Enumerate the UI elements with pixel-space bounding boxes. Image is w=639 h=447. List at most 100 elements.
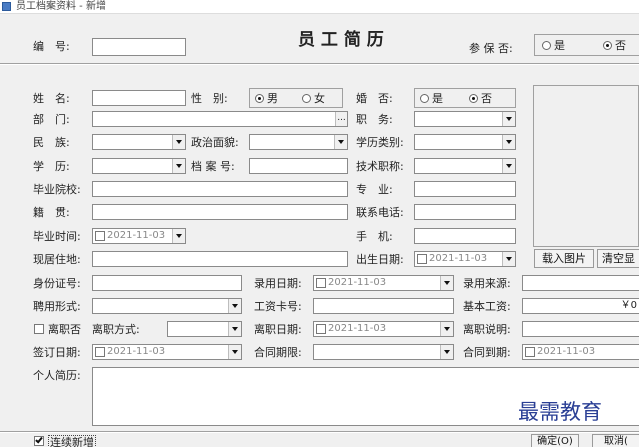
insured-yes-radio[interactable]: [542, 41, 551, 50]
chevron-down-icon: [440, 322, 453, 336]
edu-type-select[interactable]: [414, 134, 516, 150]
chevron-down-icon: [228, 345, 241, 359]
major-input[interactable]: [414, 181, 516, 197]
school-label: 毕业院校:: [33, 183, 81, 196]
mobile-input[interactable]: [414, 228, 516, 244]
marital-yes-label: 是: [432, 92, 443, 105]
resign-date-picker[interactable]: 2021-11-03: [313, 321, 454, 337]
marital-label: 婚 否:: [356, 92, 393, 105]
marital-radio-group: 是 否: [414, 88, 516, 108]
political-label: 政治面貌:: [191, 136, 239, 149]
marital-no-radio[interactable]: [469, 94, 478, 103]
employee-id-input[interactable]: [92, 38, 186, 56]
insured-yes-label: 是: [554, 39, 565, 52]
base-salary-input[interactable]: ￥0: [522, 298, 639, 314]
employ-form-label: 聘用形式:: [33, 300, 81, 313]
contract-end-value: 2021-11-03: [537, 346, 596, 357]
hire-date-picker[interactable]: 2021-11-03: [313, 275, 454, 291]
confirm-button[interactable]: 确定(O): [531, 434, 579, 447]
id-card-label: 身份证号:: [33, 277, 81, 290]
chevron-down-icon: [502, 135, 515, 149]
cancel-button[interactable]: 取消(: [592, 434, 639, 447]
base-salary-value: ￥0: [620, 300, 637, 311]
chevron-down-icon: [172, 159, 185, 173]
education-select[interactable]: [92, 158, 186, 174]
insured-no-label: 否: [615, 39, 626, 52]
base-salary-label: 基本工资:: [463, 300, 511, 313]
insured-radio-group: 是 否: [534, 34, 639, 56]
continue-add-label: 连续新增: [48, 435, 96, 447]
header-separator: [0, 63, 639, 65]
chevron-down-icon: [172, 229, 185, 243]
contract-end-picker[interactable]: 2021-11-03: [522, 344, 639, 360]
gender-label: 性 别:: [191, 92, 228, 105]
name-input[interactable]: [92, 90, 186, 106]
gender-female-label: 女: [314, 92, 325, 105]
birth-date-label: 出生日期:: [356, 253, 404, 266]
mobile-label: 手 机:: [356, 230, 393, 243]
native-label: 籍 贯:: [33, 206, 70, 219]
archive-no-label: 档 案 号:: [191, 160, 235, 173]
birth-date-picker[interactable]: 2021-11-03: [414, 251, 516, 267]
chevron-down-icon: [228, 299, 241, 313]
resign-note-label: 离职说明:: [463, 323, 511, 336]
resigned-label: 离职否: [48, 323, 81, 336]
app-icon: [2, 2, 11, 11]
hire-source-select[interactable]: [522, 275, 639, 291]
ethnicity-select[interactable]: [92, 134, 186, 150]
department-input[interactable]: ...: [92, 111, 348, 127]
department-label: 部 门:: [33, 113, 70, 126]
clear-image-button[interactable]: 清空显: [597, 249, 639, 268]
phone-input[interactable]: [414, 204, 516, 220]
resign-note-input[interactable]: [522, 321, 639, 337]
resume-label: 个人简历:: [33, 369, 81, 382]
resigned-checkbox[interactable]: [34, 324, 44, 334]
education-label: 学 历:: [33, 160, 70, 173]
chevron-down-icon: [172, 135, 185, 149]
employee-id-label: 编 号:: [33, 40, 70, 53]
insured-label: 参 保 否:: [469, 42, 513, 55]
sign-date-label: 签订日期:: [33, 346, 81, 359]
native-input[interactable]: [92, 204, 348, 220]
id-card-input[interactable]: [92, 275, 242, 291]
grad-time-checkbox[interactable]: [95, 231, 105, 241]
insured-no-radio[interactable]: [603, 41, 612, 50]
resign-date-checkbox[interactable]: [316, 324, 326, 334]
political-select[interactable]: [249, 134, 348, 150]
resign-mode-select[interactable]: [167, 321, 242, 337]
archive-no-input[interactable]: [249, 158, 348, 174]
chevron-down-icon: [228, 322, 241, 336]
chevron-down-icon: [502, 112, 515, 126]
address-input[interactable]: [92, 251, 348, 267]
birth-date-value: 2021-11-03: [429, 253, 488, 264]
salary-card-label: 工资卡号:: [254, 300, 302, 313]
window-title: 员工档案资料 - 新增: [16, 1, 106, 12]
chevron-down-icon: [440, 276, 453, 290]
position-label: 职 务:: [356, 113, 393, 126]
marital-yes-radio[interactable]: [420, 94, 429, 103]
form-title: 员 工 简 历: [298, 30, 384, 50]
school-input[interactable]: [92, 181, 348, 197]
chevron-down-icon: [502, 252, 515, 266]
position-select[interactable]: [414, 111, 516, 127]
phone-label: 联系电话:: [356, 206, 404, 219]
hire-date-checkbox[interactable]: [316, 278, 326, 288]
name-label: 姓 名:: [33, 92, 70, 105]
sign-date-checkbox[interactable]: [95, 347, 105, 357]
ethnicity-label: 民 族:: [33, 136, 70, 149]
contract-term-select[interactable]: [313, 344, 454, 360]
contract-end-checkbox[interactable]: [525, 347, 535, 357]
tech-title-select[interactable]: [414, 158, 516, 174]
grad-time-picker[interactable]: 2021-11-03: [92, 228, 186, 244]
resign-mode-label: 离职方式:: [92, 323, 140, 336]
employ-form-select[interactable]: [92, 298, 242, 314]
gender-male-radio[interactable]: [255, 94, 264, 103]
load-image-button[interactable]: 载入图片: [534, 249, 594, 268]
department-browse-button[interactable]: ...: [335, 112, 347, 126]
gender-female-radio[interactable]: [302, 94, 311, 103]
salary-card-input[interactable]: [313, 298, 454, 314]
sign-date-picker[interactable]: 2021-11-03: [92, 344, 242, 360]
gender-male-label: 男: [267, 92, 278, 105]
title-bar: 员工档案资料 - 新增: [0, 0, 639, 14]
birth-date-checkbox[interactable]: [417, 254, 427, 264]
